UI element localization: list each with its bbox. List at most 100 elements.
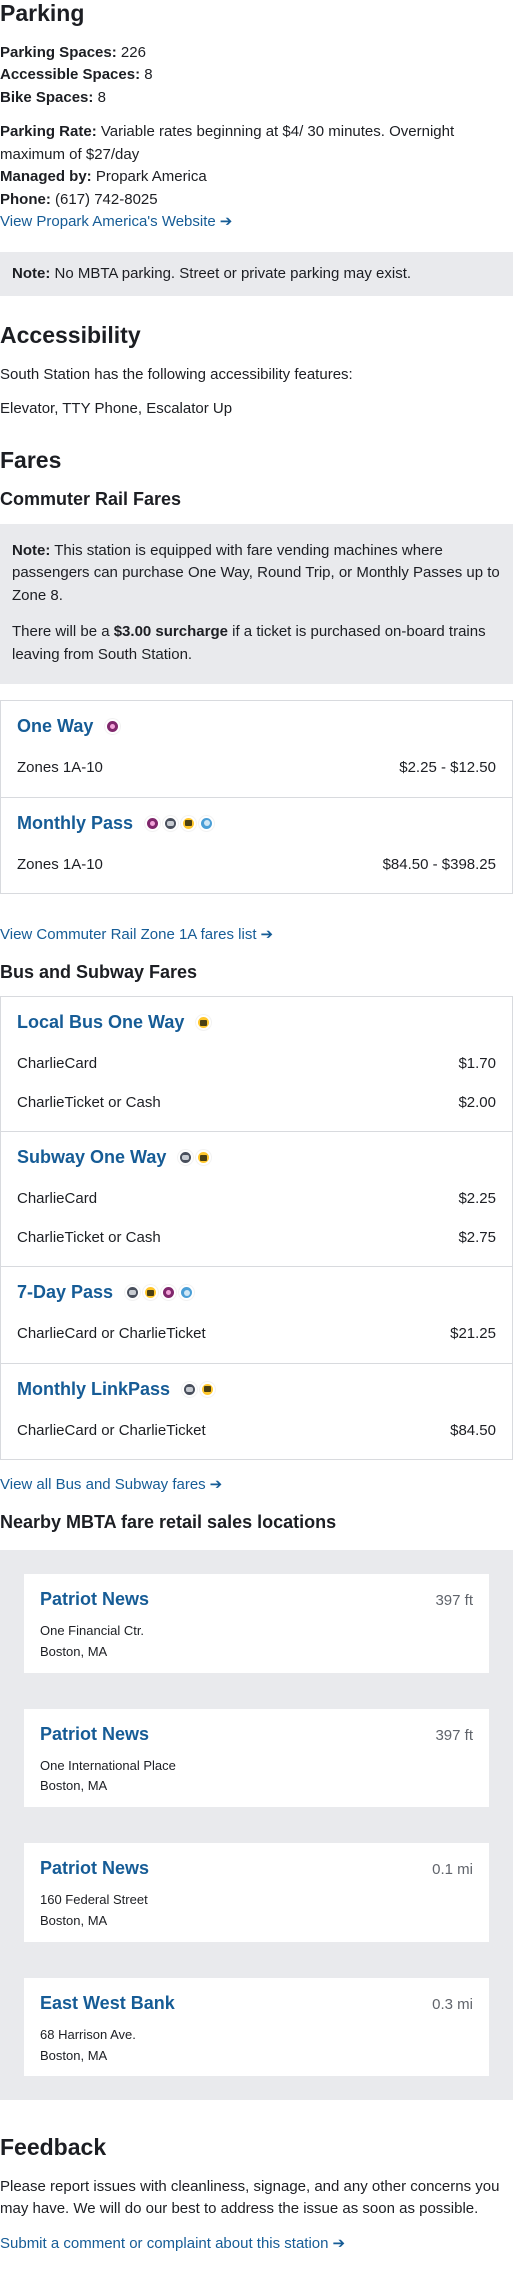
zone-fares-link[interactable]: View Commuter Rail Zone 1A fares list ➔ [0, 926, 273, 943]
chevron-right-icon: ➔ [209, 1476, 223, 1494]
fare-group: Monthly Pass Zones 1A-10 $84.50 - $398.25 [1, 796, 512, 894]
fare-group: Monthly LinkPass CharlieCard or CharlieTi… [1, 1362, 512, 1460]
fare-row: CharlieCard $2.25 [17, 1181, 496, 1220]
address-city: Boston, MA [40, 1643, 108, 1659]
fare-group: Local Bus One Way CharlieCard $1.70 Charlie… [1, 997, 512, 1131]
address-line: One International Place [40, 1757, 176, 1773]
phone: Phone: (617) 742-8025 [0, 190, 158, 208]
managed-by: Managed by: Propark America [0, 168, 207, 186]
fare-group: One Way Zones 1A-10 $2.25 - $12.50 [1, 701, 512, 797]
retail-head: Patriot News 397 ft [40, 1586, 473, 1613]
retail-address: One International Place Boston, MA [40, 1756, 473, 1798]
bike-spaces: Bike Spaces: 8 [0, 88, 106, 106]
retail-section: Nearby MBTA fare retail sales locations … [0, 1511, 513, 2101]
commuter-note-text: Note: This station is equipped with fare… [12, 541, 500, 604]
fare-row-label: CharlieCard [17, 1190, 98, 1208]
bus-icon [196, 1015, 212, 1031]
retail-name-link[interactable]: Patriot News [40, 1586, 149, 1613]
mode-icons [178, 1150, 212, 1166]
retail-head: Patriot News 397 ft [40, 1721, 473, 1748]
website-link-line: View Propark America's Website ➔ [0, 211, 513, 234]
accessibility-features: Elevator, TTY Phone, Escalator Up [0, 400, 233, 418]
fare-row: CharlieCard $1.70 [17, 1046, 496, 1085]
subway-icon [178, 1150, 194, 1166]
bus-link-line: View all Bus and Subway fares ➔ [0, 1474, 513, 1497]
retail-name-link[interactable]: Patriot News [40, 1721, 149, 1748]
retail-distance: 397 ft [435, 1726, 473, 1744]
fare-row-label: Zones 1A-10 [17, 759, 103, 777]
fare-row-price: $2.25 [458, 1190, 496, 1208]
fare-title-label: Monthly Pass [17, 812, 134, 833]
fare-row: CharlieTicket or Cash $2.00 [17, 1085, 496, 1124]
bus-icon [200, 1381, 216, 1397]
fare-row-label: CharlieCard or CharlieTicket [17, 1325, 206, 1343]
fare-row-price: $84.50 - $398.25 [382, 855, 496, 873]
fares-heading: Fares [0, 446, 62, 473]
fare-row: CharlieTicket or Cash $2.75 [17, 1220, 496, 1259]
parking-rate: Parking Rate: Variable rates beginning a… [0, 123, 455, 163]
parking-heading: Parking [0, 0, 85, 26]
retail-address: One Financial Ctr. Boston, MA [40, 1621, 473, 1663]
fare-row: CharlieCard or CharlieTicket $84.50 [17, 1413, 496, 1452]
feedback-text: Please report issues with cleanliness, s… [0, 2177, 500, 2218]
bus-subway-heading: Bus and Subway Fares [0, 961, 198, 982]
address-line: 68 Harrison Ave. [40, 2026, 136, 2042]
fare-row-label: CharlieCard or CharlieTicket [17, 1421, 206, 1439]
fare-row-label: CharlieCard [17, 1055, 98, 1073]
fare-title-label: Monthly LinkPass [17, 1378, 171, 1399]
propark-website-link[interactable]: View Propark America's Website ➔ [0, 213, 232, 230]
retail-location-card: Patriot News 0.1 mi 160 Federal Street Bost… [24, 1843, 489, 1942]
bus-icon [196, 1150, 212, 1166]
fare-row-label: CharlieTicket or Cash [17, 1093, 161, 1111]
retail-head: Patriot News 0.1 mi [40, 1855, 473, 1882]
submit-feedback-link[interactable]: Submit a comment or complaint about this… [0, 2235, 345, 2252]
chevron-right-icon: ➔ [332, 2234, 346, 2252]
retail-head: East West Bank 0.3 mi [40, 1990, 473, 2017]
retail-address: 68 Harrison Ave. Boston, MA [40, 2025, 473, 2067]
accessibility-heading: Accessibility [0, 322, 141, 349]
address-city: Boston, MA [40, 1778, 108, 1794]
feedback-heading: Feedback [0, 2134, 107, 2161]
fare-row: Zones 1A-10 $2.25 - $12.50 [17, 750, 496, 789]
retail-heading: Nearby MBTA fare retail sales locations [0, 1511, 337, 1532]
address-line: One Financial Ctr. [40, 1622, 145, 1638]
fare-row-price: $84.50 [450, 1421, 496, 1439]
fare-row-label: CharlieTicket or Cash [17, 1228, 161, 1246]
mode-icons [145, 815, 215, 831]
fare-title: Monthly LinkPass [17, 1376, 496, 1403]
address-city: Boston, MA [40, 2047, 108, 2063]
feedback-link-line: Submit a comment or complaint about this… [0, 2233, 513, 2256]
retail-name-link[interactable]: Patriot News [40, 1855, 149, 1882]
fare-group: 7-Day Pass CharlieCard or CharlieTicket $2… [1, 1266, 512, 1363]
retail-name-link[interactable]: East West Bank [40, 1990, 175, 2017]
station-info-page: Parking Parking Spaces: 226 Accessible S… [0, 0, 513, 2287]
fare-title-label: Local Bus One Way [17, 1012, 185, 1033]
fare-row-price: $2.75 [458, 1228, 496, 1246]
fare-row-price: $2.25 - $12.50 [399, 759, 496, 777]
commuter-rail-icon [105, 719, 121, 735]
fare-group: Subway One Way CharlieCard $2.25 CharlieTic… [1, 1131, 512, 1266]
parking-spaces: Parking Spaces: 226 [0, 43, 146, 61]
subway-icon [125, 1285, 141, 1301]
mode-icons [196, 1015, 212, 1031]
fare-title: 7-Day Pass [17, 1279, 496, 1306]
retail-location-card: Patriot News 397 ft One International Plac… [24, 1708, 489, 1808]
commuter-note: Note: This station is equipped with fare… [0, 523, 513, 685]
subway-icon [182, 1381, 198, 1397]
parking-section: Parking Parking Spaces: 226 Accessible S… [0, 0, 513, 297]
commuter-rail-icon [161, 1285, 177, 1301]
retail-distance: 0.1 mi [432, 1861, 473, 1879]
bus-subway-fares-link[interactable]: View all Bus and Subway fares ➔ [0, 1476, 222, 1493]
fare-title-label: One Way [17, 716, 94, 737]
subway-icon [163, 815, 179, 831]
feedback-section: Feedback Please report issues with clean… [0, 2134, 513, 2255]
bus-icon [181, 815, 197, 831]
chevron-right-icon: ➔ [219, 213, 233, 231]
fare-title: Local Bus One Way [17, 1009, 496, 1036]
commuter-rail-icon [145, 815, 161, 831]
fare-title-label: 7-Day Pass [17, 1282, 114, 1303]
fare-title: Monthly Pass [17, 810, 496, 837]
retail-distance: 397 ft [435, 1591, 473, 1609]
fare-row-price: $1.70 [458, 1055, 496, 1073]
retail-list: Patriot News 397 ft One Financial Ctr. Bost… [0, 1549, 513, 2101]
